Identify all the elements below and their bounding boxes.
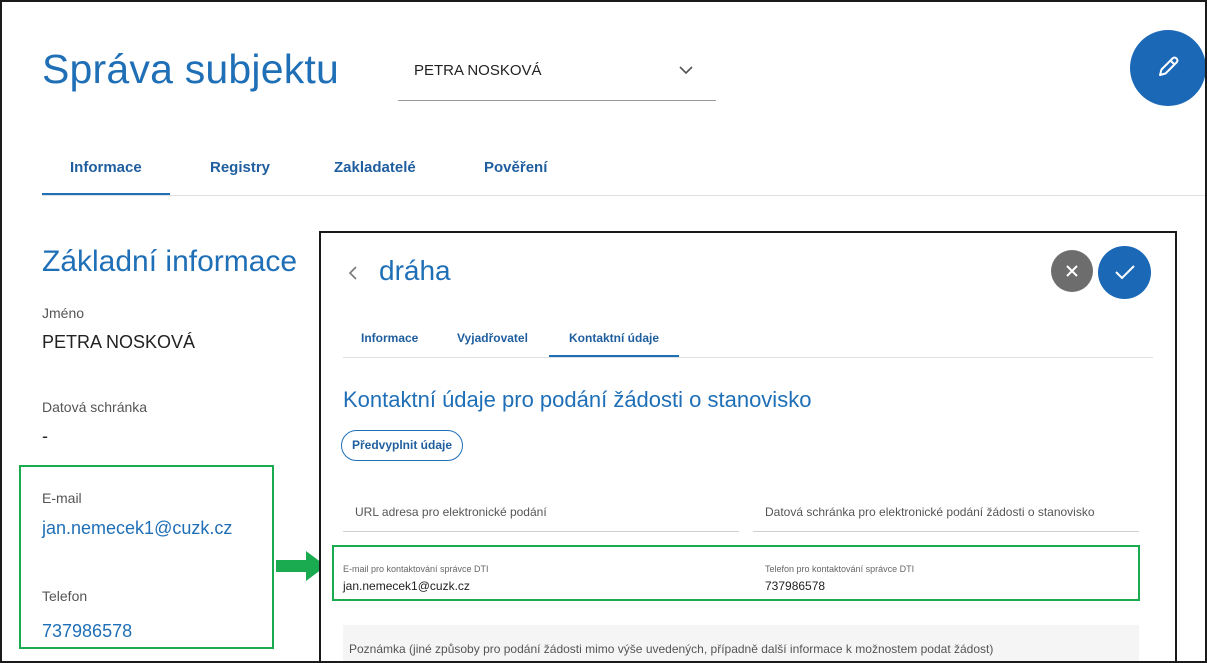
panel-tab-informace[interactable]: Informace [361, 331, 418, 345]
phone-link[interactable]: 737986578 [42, 621, 132, 642]
databox-label: Datová schránka [42, 399, 148, 415]
tab-zakladatele[interactable]: Zakladatelé [334, 159, 416, 176]
note-textarea[interactable]: Poznámka (jiné způsoby pro podání žádost… [343, 625, 1139, 661]
tab-registry[interactable]: Registry [210, 159, 270, 176]
tab-informace[interactable]: Informace [42, 159, 170, 195]
databox-value: - [42, 426, 48, 446]
panel-title: dráha [379, 255, 451, 286]
chevron-left-icon[interactable] [347, 265, 359, 286]
url-input[interactable]: URL adresa pro elektronické podání [355, 505, 547, 519]
close-icon [1066, 265, 1078, 277]
contact-email-input[interactable]: jan.nemecek1@cuzk.cz [343, 579, 470, 593]
screen-frame: Správa subjektu PETRA NOSKOVÁ Informace … [0, 0, 1207, 663]
panel-tabs: Informace Vyjadřovatel Kontaktní údaje [343, 325, 1153, 358]
prefill-button[interactable]: Předvyplnit údaje [341, 430, 463, 461]
tab-povereni[interactable]: Pověření [484, 159, 547, 176]
databox-input[interactable]: Datová schránka pro elektronické podání … [765, 505, 1095, 519]
confirm-button[interactable] [1098, 246, 1151, 299]
page-title: Správa subjektu [42, 46, 340, 92]
subject-select[interactable]: PETRA NOSKOVÁ [398, 50, 716, 101]
contact-phone-label: Telefon pro kontaktování správce DTI [765, 564, 915, 574]
note-placeholder: Poznámka (jiné způsoby pro podání žádost… [349, 642, 994, 656]
panel-tab-vyjadrovatel[interactable]: Vyjadřovatel [457, 331, 528, 345]
contact-email-label: E-mail pro kontaktování správce DTI [343, 564, 489, 574]
contact-panel: dráha Informace Vyjadřovatel Kontaktní ú… [319, 231, 1177, 661]
contact-section-title: Kontaktní údaje pro podání žádosti o sta… [343, 387, 812, 412]
name-label: Jméno [42, 305, 85, 321]
close-button[interactable] [1051, 250, 1093, 292]
section-title: Základní informace [42, 245, 298, 278]
main-tabs: Informace Registry Zakladatelé Pověření [42, 137, 1205, 196]
contact-phone-input[interactable]: 737986578 [765, 579, 825, 593]
chevron-down-icon [678, 62, 694, 83]
panel-tab-kontaktni-udaje[interactable]: Kontaktní údaje [548, 331, 680, 357]
phone-label: Telefon [42, 588, 88, 604]
check-icon [1115, 265, 1135, 280]
email-label: E-mail [42, 490, 82, 506]
subject-select-value: PETRA NOSKOVÁ [414, 62, 542, 79]
edit-button[interactable] [1130, 30, 1205, 106]
pencil-icon [1159, 56, 1179, 76]
email-link[interactable]: jan.nemecek1@cuzk.cz [42, 518, 232, 539]
databox-input-underline [753, 531, 1139, 532]
url-input-underline [343, 531, 739, 532]
name-value: PETRA NOSKOVÁ [42, 332, 196, 352]
